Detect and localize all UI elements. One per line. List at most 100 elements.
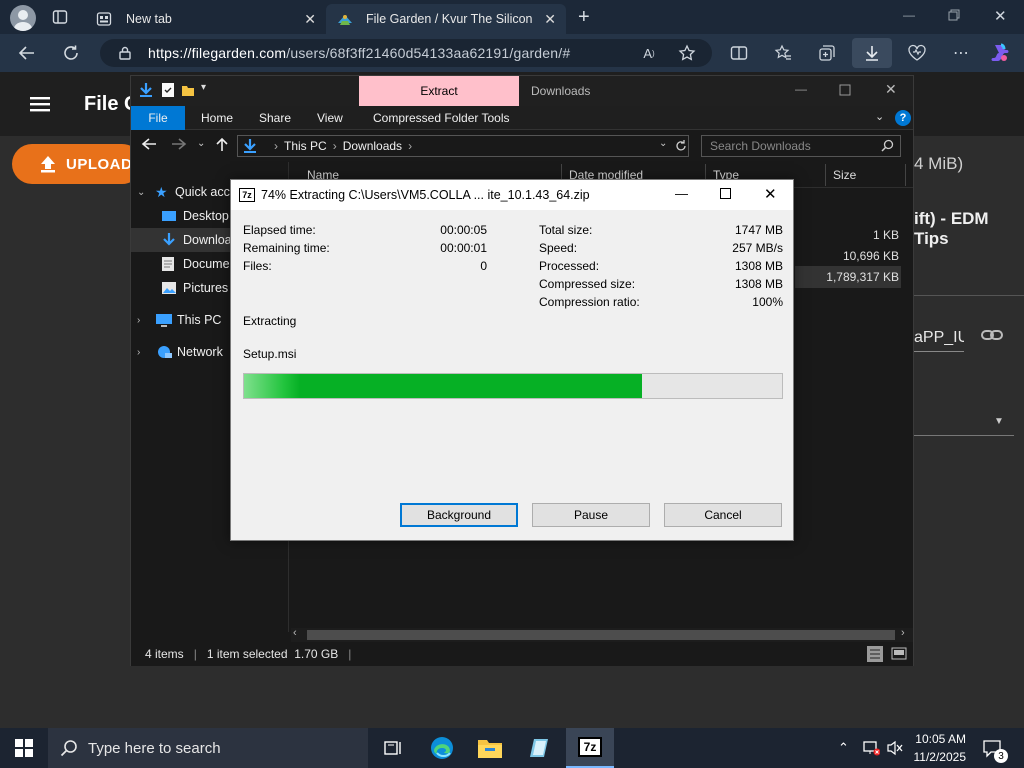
breadcrumb-this-pc[interactable]: This PC: [284, 139, 327, 153]
network-status-icon[interactable]: [862, 740, 880, 756]
copilot-icon[interactable]: [989, 42, 1011, 64]
search-placeholder: Search Downloads: [710, 139, 811, 153]
edge-icon[interactable]: [418, 728, 466, 768]
tab-actions-icon[interactable]: [52, 9, 68, 25]
documents-icon: [162, 257, 174, 271]
browser-essentials-icon[interactable]: [904, 41, 930, 65]
more-options-icon[interactable]: ⋯: [948, 41, 974, 65]
notepad-icon[interactable]: [516, 728, 564, 768]
extract-context-tab[interactable]: Extract: [359, 76, 519, 106]
properties-icon[interactable]: [161, 82, 175, 98]
upload-button[interactable]: UPLOAD: [12, 144, 142, 184]
ribbon-tab-label: File: [148, 111, 168, 125]
path-separator-icon: ›: [408, 139, 413, 153]
dialog-close-icon[interactable]: ✕: [764, 185, 777, 203]
ribbon-tab-label: View: [317, 111, 343, 125]
nav-up-icon[interactable]: [215, 136, 229, 152]
expand-chevron-icon[interactable]: ⌄: [137, 187, 155, 198]
ribbon-tab-view[interactable]: View: [305, 106, 355, 130]
file-explorer-icon[interactable]: [466, 728, 514, 768]
7zip-icon[interactable]: 7z: [566, 728, 614, 768]
read-aloud-icon[interactable]: A): [636, 41, 662, 65]
taskbar-search-box[interactable]: Type here to search: [48, 728, 368, 768]
back-arrow-icon[interactable]: [14, 41, 40, 65]
expand-chevron-icon[interactable]: ›: [137, 347, 155, 358]
clock-time[interactable]: 10:05 AM: [912, 732, 966, 746]
ribbon-tab-compressed-folder-tools[interactable]: Compressed Folder Tools: [361, 106, 522, 130]
downloads-button[interactable]: [852, 38, 892, 68]
lock-icon[interactable]: [118, 46, 132, 60]
scroll-left-icon[interactable]: ‹: [293, 627, 297, 639]
clock-date[interactable]: 11/2/2025: [912, 750, 967, 764]
link-icon[interactable]: [981, 328, 1003, 342]
cancel-button[interactable]: Cancel: [664, 503, 782, 527]
nav-forward-icon[interactable]: [171, 137, 187, 151]
qat-dropdown-icon[interactable]: ▾: [201, 82, 206, 93]
refresh-icon[interactable]: [58, 41, 84, 65]
windows-taskbar: Type here to search 7z ⌃ 10:05 AM 11/2/2…: [0, 728, 1024, 768]
large-icons-view-icon[interactable]: [891, 646, 907, 662]
ribbon-tab-label: Compressed Folder Tools: [373, 111, 510, 125]
dialog-maximize-icon[interactable]: [720, 188, 731, 199]
ribbon-tab-home[interactable]: Home: [189, 106, 245, 130]
hamburger-menu-icon[interactable]: [30, 96, 50, 112]
explorer-address-bar[interactable]: › This PC › Downloads ›: [237, 135, 689, 157]
upload-label: UPLOAD: [66, 155, 133, 173]
file-name-fragment[interactable]: aPP_IUY: [914, 329, 964, 352]
dialog-minimize-icon[interactable]: —: [675, 186, 688, 201]
ribbon-tab-file[interactable]: File: [131, 106, 185, 130]
favorite-star-icon[interactable]: [674, 41, 700, 65]
expand-chevron-icon[interactable]: ›: [137, 315, 155, 326]
explorer-search-input[interactable]: Search Downloads: [701, 135, 901, 157]
new-tab-button[interactable]: +: [578, 6, 590, 29]
start-button[interactable]: [0, 728, 48, 768]
restore-icon[interactable]: [948, 9, 960, 21]
dropdown-arrow-icon[interactable]: ▼: [994, 416, 1004, 427]
show-hidden-icons[interactable]: ⌃: [838, 740, 849, 756]
storage-size-fragment: 4 MiB): [914, 154, 964, 173]
close-tab-icon[interactable]: ✕: [544, 11, 556, 28]
address-dropdown-icon[interactable]: ⌄: [659, 138, 667, 149]
ribbon-expand-icon[interactable]: ⌄: [875, 110, 884, 123]
browser-tab-strip: New tab ✕ File Garden / Kvur The Silicon…: [0, 0, 1024, 34]
item-count: 4 items: [145, 647, 184, 661]
task-view-icon[interactable]: [368, 728, 416, 768]
close-tab-icon[interactable]: ✕: [304, 11, 316, 28]
compression-ratio-label: Compression ratio:: [539, 295, 640, 309]
processed-value: 1308 MB: [734, 259, 783, 273]
explorer-nav-bar: ⌄ › This PC › Downloads › ⌄ Search Downl…: [131, 131, 913, 161]
explorer-maximize-icon[interactable]: [839, 84, 851, 96]
address-bar[interactable]: https://filegarden.com/users/68f3ff21460…: [100, 39, 712, 67]
explorer-close-icon[interactable]: ✕: [885, 81, 897, 98]
profile-avatar[interactable]: [10, 5, 36, 31]
tab-new-tab[interactable]: New tab ✕: [86, 4, 326, 34]
favorites-list-icon[interactable]: [770, 41, 796, 65]
selection-info: 1 item selected 1.70 GB: [206, 647, 339, 661]
background-button[interactable]: Background: [400, 503, 518, 527]
details-view-icon[interactable]: [867, 646, 883, 662]
address-refresh-icon[interactable]: [675, 138, 687, 152]
collections-icon[interactable]: [814, 41, 840, 65]
column-divider: [905, 164, 906, 186]
tab-file-garden[interactable]: File Garden / Kvur The Silicon ✕: [326, 4, 566, 34]
new-folder-icon[interactable]: [181, 83, 195, 97]
pause-button[interactable]: Pause: [532, 503, 650, 527]
scrollbar-thumb[interactable]: [307, 630, 895, 640]
files-value: 0: [480, 259, 487, 273]
explorer-minimize-icon[interactable]: —: [795, 82, 807, 96]
help-icon[interactable]: ?: [895, 110, 911, 126]
scroll-right-icon[interactable]: ›: [901, 627, 905, 639]
split-screen-icon[interactable]: [726, 41, 752, 65]
speed-label: Speed:: [539, 241, 578, 255]
breadcrumb-downloads[interactable]: Downloads: [343, 139, 402, 153]
network-icon: [158, 346, 172, 358]
search-icon[interactable]: [881, 139, 894, 152]
remaining-time-value: 00:00:01: [440, 241, 487, 255]
column-size[interactable]: Size: [833, 168, 856, 182]
minimize-icon[interactable]: —: [903, 8, 915, 22]
volume-muted-icon[interactable]: [886, 740, 904, 756]
close-window-icon[interactable]: ✕: [994, 7, 1007, 25]
ribbon-tab-share[interactable]: Share: [247, 106, 303, 130]
recent-locations-icon[interactable]: ⌄: [197, 138, 205, 149]
nav-back-icon[interactable]: [141, 137, 157, 151]
